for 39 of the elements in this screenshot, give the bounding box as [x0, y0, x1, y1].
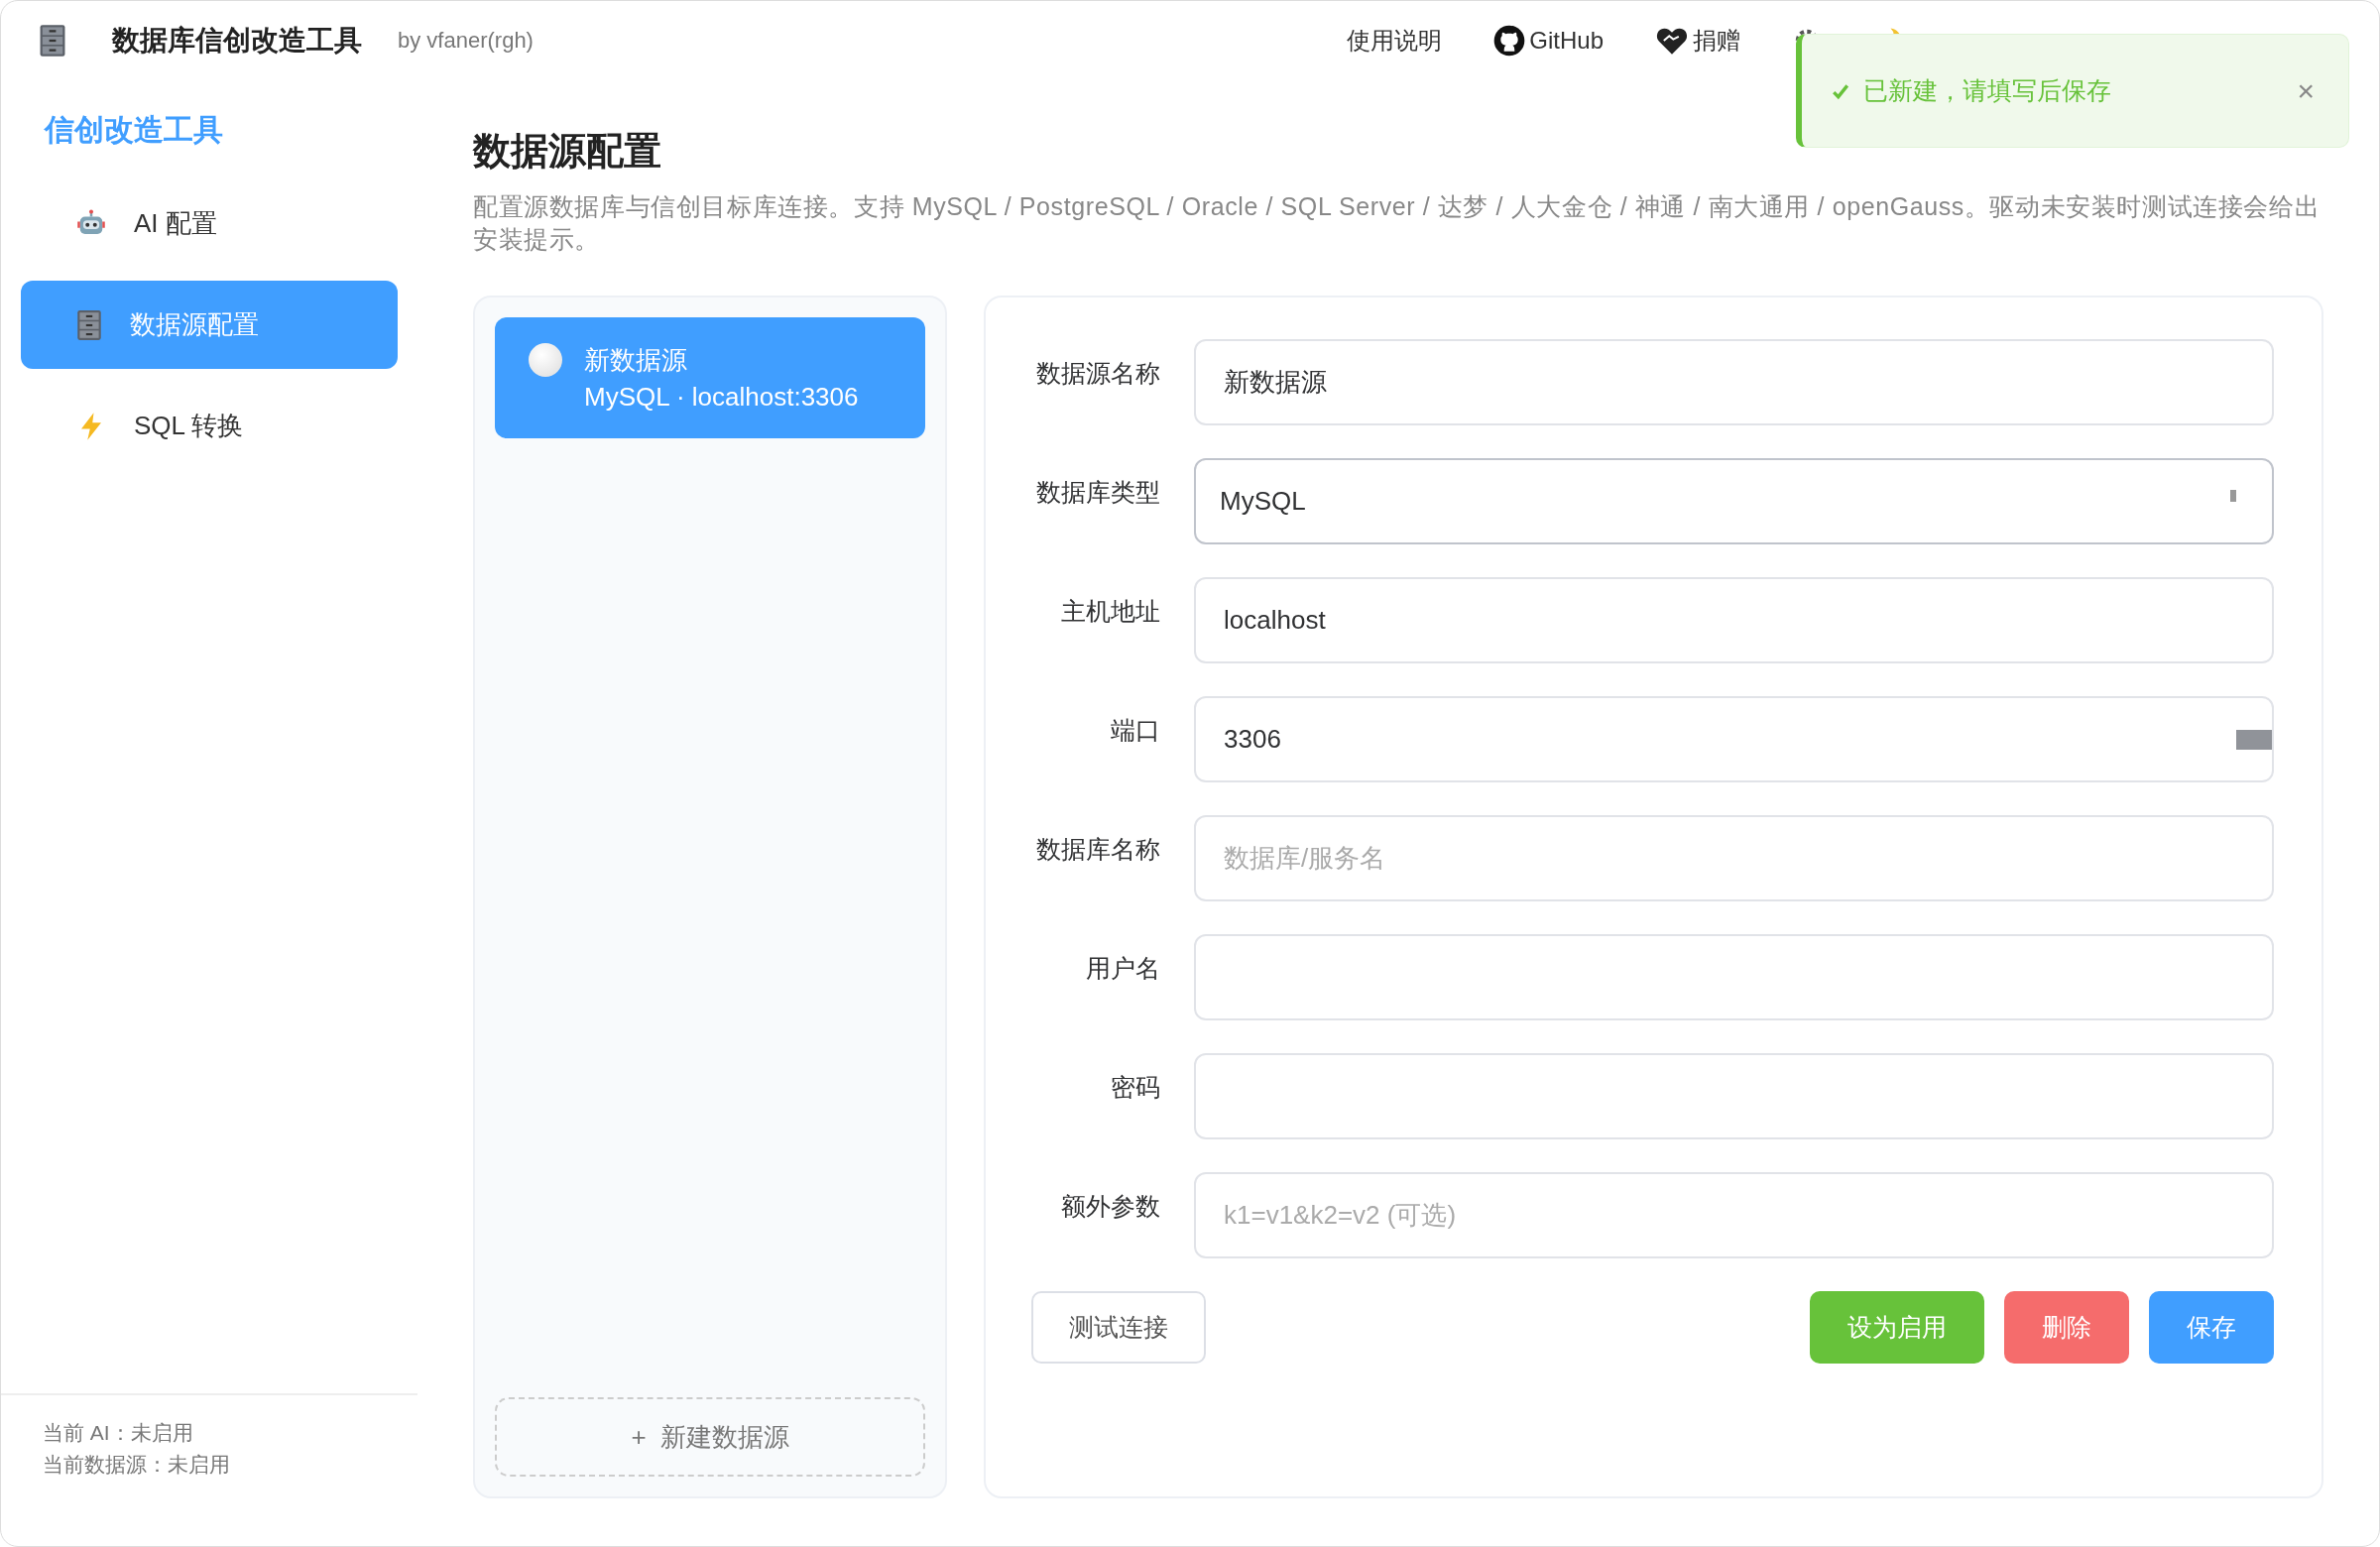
test-connection-button[interactable]: 测试连接	[1031, 1291, 1206, 1364]
input-field[interactable]: localhost	[1194, 577, 2274, 663]
status-text: 当前数据源：未启用	[43, 1452, 231, 1478]
input-field[interactable]: 新数据源	[1194, 339, 2274, 425]
sidebar-brand: 信创改造工具	[43, 112, 224, 148]
cabinet-icon	[39, 24, 66, 58]
donate-link[interactable]: 捐赠	[1655, 25, 1740, 57]
check-icon	[1832, 81, 1849, 100]
cabinet-icon	[76, 308, 102, 341]
datasource-details: MySQL · localhost:3306	[584, 382, 859, 413]
input-field[interactable]: k1=v1&k2=v2 (可选)	[1194, 1172, 2274, 1258]
help-link[interactable]: 使用说明	[1347, 25, 1443, 57]
page-description: 配置源数据库与信创目标库连接。支持 MySQL / PostgreSQL / Oracle / SQL Server / 达梦 / 人大金仓 / 神通 / 南大通用 / openGauss。驱动未安装时测试连接会给出安装提示。	[473, 191, 2321, 255]
field-label: 密码	[1110, 1072, 1160, 1103]
status-text: 当前 AI：未启用	[43, 1420, 194, 1446]
input-field[interactable]: 数据库/服务名	[1194, 815, 2274, 901]
input-field[interactable]	[1194, 934, 2274, 1020]
field-label: 数据库名称	[1035, 834, 1160, 865]
datasource-name: 新数据源	[584, 344, 688, 377]
field-label: 数据库类型	[1035, 477, 1160, 508]
sidebar-item[interactable]: AI 配置	[21, 179, 398, 268]
page-title: 数据源配置	[473, 129, 662, 174]
sidebar-item[interactable]: SQL 转换	[21, 382, 398, 470]
field-label: 用户名	[1085, 953, 1160, 984]
author-byline: by vfaner(rgh)	[398, 28, 534, 54]
dropdown-icon	[2230, 490, 2236, 502]
new-datasource-button[interactable]: + 新建数据源	[495, 1397, 925, 1477]
field-label: 额外参数	[1060, 1191, 1160, 1222]
field-label: 主机地址	[1060, 596, 1160, 627]
app-title: 数据库信创改造工具	[112, 24, 362, 58]
github-link[interactable]: GitHub	[1493, 25, 1604, 57]
field-label: 数据源名称	[1035, 358, 1160, 389]
input-field[interactable]	[1194, 1053, 2274, 1139]
field-label: 端口	[1110, 715, 1160, 746]
spinner-icon	[2236, 730, 2272, 750]
octocat-icon	[1493, 25, 1526, 57]
toast-message: 已新建，请填写后保存	[1863, 75, 2111, 106]
port-field[interactable]: 3306	[1194, 696, 2274, 782]
database-type-select[interactable]: MySQL	[1194, 458, 2274, 544]
